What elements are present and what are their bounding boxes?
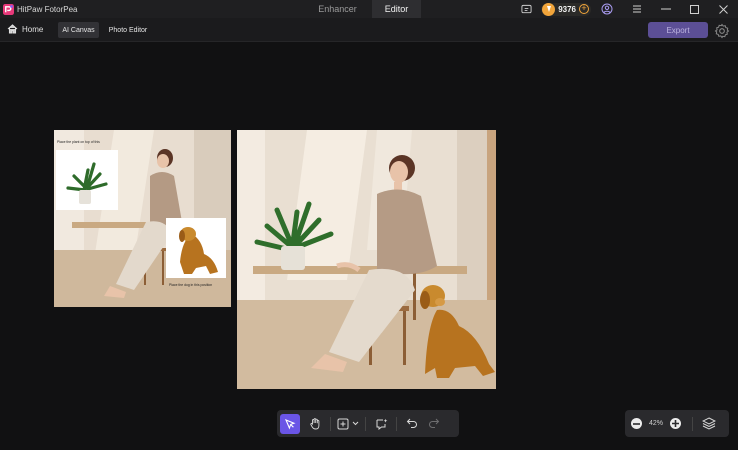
close-icon[interactable] xyxy=(709,0,738,18)
export-button[interactable]: Export xyxy=(648,22,708,38)
result-photo xyxy=(237,130,496,389)
source-photo: Place the plant on top of this Place the… xyxy=(54,130,231,307)
settings-gear-icon[interactable] xyxy=(714,23,730,39)
title-bar-controls: 9376 + xyxy=(519,0,738,18)
toolbar-divider xyxy=(396,416,397,431)
credits-badge[interactable]: 9376 + xyxy=(541,2,591,16)
chevron-down-icon[interactable] xyxy=(350,414,360,434)
feedback-icon[interactable] xyxy=(519,2,533,16)
add-credits-icon[interactable]: + xyxy=(579,4,589,14)
result-canvas[interactable] xyxy=(237,130,496,389)
toolbar-divider xyxy=(330,416,331,431)
zoom-divider xyxy=(692,416,693,431)
zoom-level: 42% xyxy=(648,420,663,427)
zoom-in-icon[interactable] xyxy=(670,418,681,429)
layers-icon[interactable] xyxy=(699,414,719,434)
tab-editor[interactable]: Editor xyxy=(372,0,421,18)
credits-value: 9376 xyxy=(558,4,576,14)
menu-icon[interactable] xyxy=(622,0,651,18)
minimize-icon[interactable] xyxy=(651,0,680,18)
bottom-toolbar xyxy=(277,410,459,437)
top-tabs: Enhancer Editor xyxy=(303,0,421,18)
tab-ai-canvas[interactable]: AI Canvas xyxy=(58,22,99,38)
home-icon xyxy=(7,24,18,34)
redo-icon[interactable] xyxy=(424,414,444,434)
ai-edit-icon[interactable] xyxy=(371,414,391,434)
home-button[interactable]: Home xyxy=(7,24,43,34)
note-bottom-text: Place the dog in this position xyxy=(169,283,212,287)
coin-icon xyxy=(542,2,556,16)
tab-enhancer[interactable]: Enhancer xyxy=(303,0,372,18)
source-canvas[interactable]: Place the plant on top of this Place the… xyxy=(54,130,231,307)
zoom-controls: 42% xyxy=(625,410,729,437)
maximize-icon[interactable] xyxy=(680,0,709,18)
hitpaw-logo-icon xyxy=(3,3,14,15)
note-top-text: Place the plant on top of this xyxy=(57,140,100,144)
toolbar-divider xyxy=(365,416,366,431)
title-bar: HitPaw FotorPea Enhancer Editor 9376 + xyxy=(0,0,738,18)
home-label: Home xyxy=(22,24,44,34)
app-name: HitPaw FotorPea xyxy=(17,4,78,14)
hand-icon[interactable] xyxy=(305,414,325,434)
select-icon[interactable] xyxy=(280,413,300,434)
account-icon[interactable] xyxy=(600,2,614,16)
nav-bar: Home AI Canvas Photo Editor Export xyxy=(0,18,738,42)
tab-photo-editor[interactable]: Photo Editor xyxy=(104,22,152,38)
add-frame-icon[interactable] xyxy=(336,414,350,434)
undo-icon[interactable] xyxy=(402,414,422,434)
zoom-out-icon[interactable] xyxy=(631,418,642,429)
